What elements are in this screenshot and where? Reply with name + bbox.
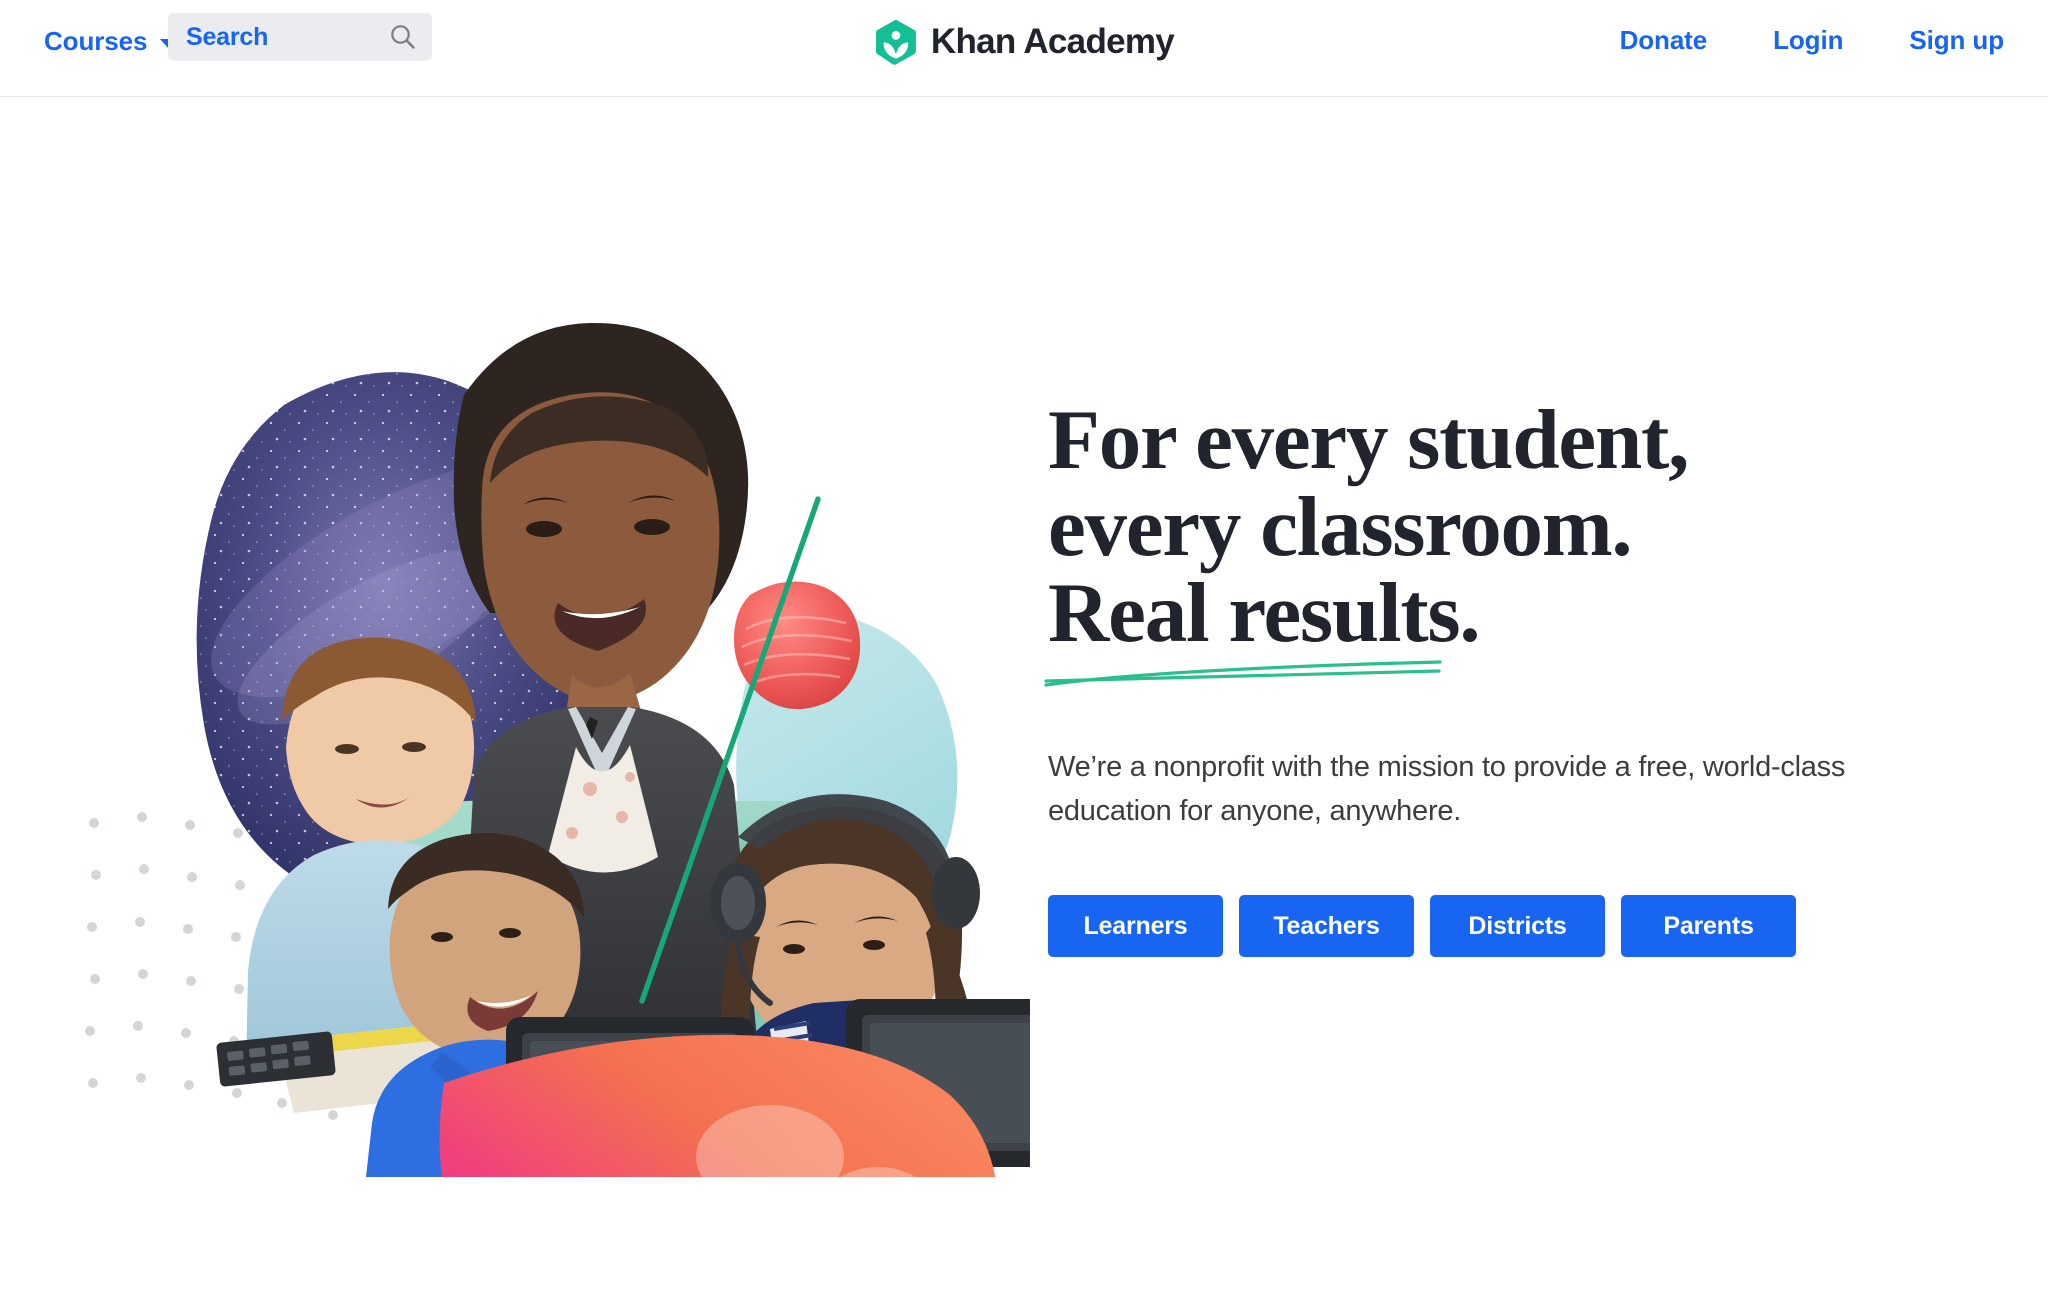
headline-line-2: every classroom. bbox=[1048, 479, 1633, 574]
parents-button[interactable]: Parents bbox=[1621, 895, 1796, 958]
search-placeholder-label: Search bbox=[186, 22, 269, 51]
hero-section: For every student, every classroom. Real… bbox=[0, 97, 2048, 1293]
hero-copy: For every student, every classroom. Real… bbox=[1044, 393, 2008, 958]
signup-link[interactable]: Sign up bbox=[1909, 25, 2004, 56]
search-icon[interactable] bbox=[388, 22, 418, 52]
header-links: Donate Login Sign up bbox=[1620, 25, 2005, 56]
hero-collage-image bbox=[70, 277, 1030, 1177]
learners-button[interactable]: Learners bbox=[1048, 895, 1223, 958]
login-link[interactable]: Login bbox=[1773, 25, 1843, 56]
courses-menu-label: Courses bbox=[44, 26, 148, 56]
khan-academy-hexagon-logo bbox=[875, 19, 916, 65]
brand-name: Khan Academy bbox=[930, 22, 1175, 61]
hero-cta-row: Learners Teachers Districts Parents bbox=[1048, 895, 2008, 958]
brand-logo-link[interactable]: Khan Academy bbox=[874, 18, 1175, 66]
site-header: Courses Search Khan Academy Donate Login… bbox=[0, 0, 2048, 97]
districts-button[interactable]: Districts bbox=[1430, 895, 1605, 958]
courses-menu-button[interactable]: Courses bbox=[44, 26, 179, 57]
donate-link[interactable]: Donate bbox=[1620, 25, 1708, 56]
headline-line-3: Real results. bbox=[1048, 566, 1481, 661]
hero-description: We’re a nonprofit with the mission to pr… bbox=[1048, 751, 1846, 828]
search-input[interactable]: Search bbox=[168, 13, 432, 61]
headline-line-1: For every student, bbox=[1048, 393, 1689, 487]
page-title: For every student, every classroom. Real… bbox=[1044, 393, 2008, 687]
green-underline-swoosh bbox=[1044, 660, 1442, 687]
teachers-button[interactable]: Teachers bbox=[1239, 895, 1414, 958]
